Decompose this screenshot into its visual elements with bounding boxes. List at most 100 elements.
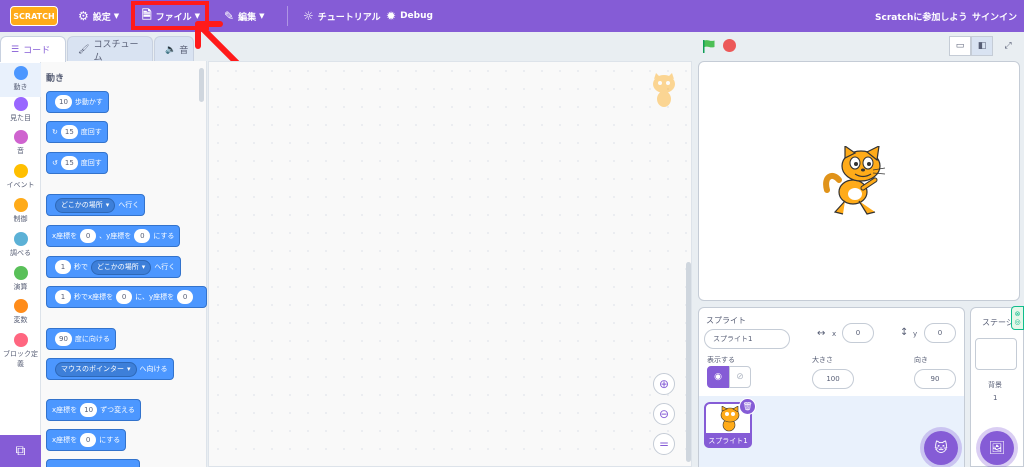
code-icon: ☰ — [11, 44, 20, 55]
show-sprite-button[interactable]: ◉ — [707, 366, 729, 388]
category-my-blocks[interactable]: ブロック定義 — [0, 333, 41, 369]
block-input[interactable]: 10 — [80, 403, 98, 417]
size-input[interactable]: 100 — [812, 369, 854, 389]
tab-costume[interactable]: 🖌 コスチューム — [67, 36, 153, 63]
settings-menu-label: 設定 — [92, 12, 111, 23]
normal-stage-button[interactable]: ◧ — [971, 36, 993, 56]
block-goto[interactable]: どこかの場所 ▾ へ行く — [46, 194, 146, 216]
block-text: へ向ける — [139, 365, 168, 373]
block-glide-to[interactable]: 1 秒で どこかの場所 ▾ へ行く — [46, 256, 182, 278]
stop-button[interactable] — [723, 39, 736, 52]
sprite-label: スプライト — [706, 316, 746, 325]
fullscreen-button[interactable]: ⤢ — [997, 36, 1019, 56]
block-input[interactable]: 1 — [55, 260, 71, 274]
eye-slash-icon: ⊘ — [736, 372, 744, 382]
category-looks-label: 見た目 — [10, 114, 31, 122]
backdrop-thumbnail[interactable] — [975, 338, 1017, 370]
direction-input[interactable]: 90 — [914, 369, 956, 389]
block-dropdown[interactable]: マウスのポインター ▾ — [55, 361, 137, 377]
block-move-steps[interactable]: 10 歩動かす — [46, 91, 109, 113]
block-text: 度に向ける — [74, 335, 110, 343]
block-input[interactable]: 90 — [55, 332, 72, 346]
block-input[interactable]: 0 — [177, 290, 194, 304]
add-extension-button[interactable]: ⧉ — [0, 435, 41, 467]
delete-sprite-button[interactable]: 🗑 — [739, 398, 756, 415]
lightbulb-icon: ☼ — [303, 9, 314, 23]
category-looks[interactable]: 見た目 — [0, 97, 41, 123]
category-my-blocks-dot — [13, 333, 28, 347]
stage-canvas[interactable] — [698, 61, 1020, 301]
block-turn-right[interactable]: ↻ 15 度回す — [46, 121, 108, 143]
y-position-input[interactable]: 0 — [924, 323, 956, 343]
block-input[interactable]: 0 — [116, 290, 133, 304]
x-position-input[interactable]: 0 — [842, 323, 874, 343]
category-my-blocks-label: ブロック定義 — [3, 350, 38, 368]
size-label: 大きさ — [812, 356, 833, 364]
category-control[interactable]: 制御 — [0, 198, 41, 224]
block-dropdown[interactable]: どこかの場所 ▾ — [55, 197, 116, 213]
block-input[interactable]: 0 — [134, 229, 151, 243]
debug-menu[interactable]: ✹ Debug — [386, 0, 433, 32]
extension-side-tab[interactable]: ⊗ ◎ — [1011, 306, 1024, 330]
tab-code[interactable]: ☰ コード — [0, 36, 66, 62]
script-scrollbar[interactable] — [686, 262, 691, 462]
add-sprite-button[interactable]: 🐱 — [924, 431, 958, 465]
zoom-out-button[interactable]: ⊖ — [653, 403, 675, 425]
normal-stage-icon: ◧ — [977, 41, 987, 51]
scratch-logo[interactable]: SCRATCH — [10, 6, 58, 26]
sign-in-link[interactable]: サインイン — [972, 0, 1017, 32]
category-variables[interactable]: 変数 — [0, 299, 41, 325]
block-input[interactable]: 0 — [80, 433, 97, 447]
hide-sprite-button[interactable]: ⊘ — [729, 366, 751, 388]
category-sound[interactable]: 音 — [0, 130, 41, 156]
zoom-in-button[interactable]: ⊕ — [653, 373, 675, 395]
tutorials-menu[interactable]: ☼ チュートリアル — [303, 0, 381, 32]
zoom-reset-button[interactable]: = — [653, 433, 675, 455]
block-input[interactable]: 0 — [80, 229, 97, 243]
join-scratch-link[interactable]: Scratchに参加しよう — [875, 0, 967, 32]
tab-sound-label: 音 — [179, 46, 189, 56]
rotate-left-icon: ↺ — [52, 159, 58, 167]
block-dropdown[interactable]: どこかの場所 ▾ — [91, 259, 152, 275]
stage-title: ステージ — [982, 318, 1014, 327]
extension-circle-icon: ◎ — [1014, 318, 1021, 326]
category-sensing[interactable]: 調べる — [0, 232, 41, 258]
tab-sound[interactable]: 🔈 音 — [154, 36, 194, 62]
close-circle-icon: ⊗ — [1014, 310, 1021, 318]
bug-icon: ✹ — [386, 9, 397, 23]
sprite-name-input[interactable]: スプライト1 — [704, 329, 790, 349]
block-input[interactable]: 1 — [55, 290, 71, 304]
category-events[interactable]: イベント — [0, 164, 41, 190]
block-dropdown-label: マウスのポインター — [61, 365, 124, 373]
category-sensing-dot — [13, 232, 28, 246]
category-motion-label: 動き — [13, 83, 28, 91]
block-point-towards[interactable]: マウスのポインター ▾ へ向ける — [46, 358, 174, 380]
small-stage-button[interactable]: ▭ — [949, 36, 971, 56]
block-text: x座標を — [52, 436, 78, 444]
palette-section-title: 動き — [46, 74, 65, 84]
block-input[interactable]: 15 — [60, 125, 78, 139]
speaker-icon: 🔈 — [165, 44, 177, 55]
block-input[interactable]: 15 — [60, 156, 78, 170]
green-flag-icon[interactable] — [702, 39, 716, 53]
zoom-reset-icon: = — [658, 437, 670, 451]
category-motion[interactable]: 動き — [0, 63, 41, 97]
block-change-x[interactable]: x座標を 10 ずつ変える — [46, 399, 141, 421]
block-goto-xy[interactable]: x座標を 0 、y座標を 0 にする — [46, 225, 181, 247]
block-text: へ行く — [118, 201, 140, 209]
add-backdrop-button[interactable]: 🖼 — [980, 431, 1014, 465]
palette-scrollbar[interactable] — [199, 68, 204, 102]
block-input[interactable]: 10 — [55, 95, 72, 109]
cat-sprite[interactable] — [823, 146, 893, 218]
category-motion-dot — [13, 66, 28, 80]
block-turn-left[interactable]: ↺ 15 度回す — [46, 152, 108, 174]
script-area[interactable] — [208, 61, 692, 467]
caret-down-icon: ▼ — [113, 12, 120, 20]
settings-menu[interactable]: ⚙ 設定 ▼ — [78, 0, 119, 32]
block-partial[interactable] — [46, 459, 140, 467]
block-point-direction[interactable]: 90 度に向ける — [46, 328, 116, 350]
block-text: x座標を — [52, 232, 78, 240]
block-glide-xy[interactable]: 1 秒でx座標を 0 に、y座標を 0 — [46, 286, 207, 308]
category-operators[interactable]: 演算 — [0, 266, 41, 292]
block-set-x[interactable]: x座標を 0 にする — [46, 429, 127, 451]
